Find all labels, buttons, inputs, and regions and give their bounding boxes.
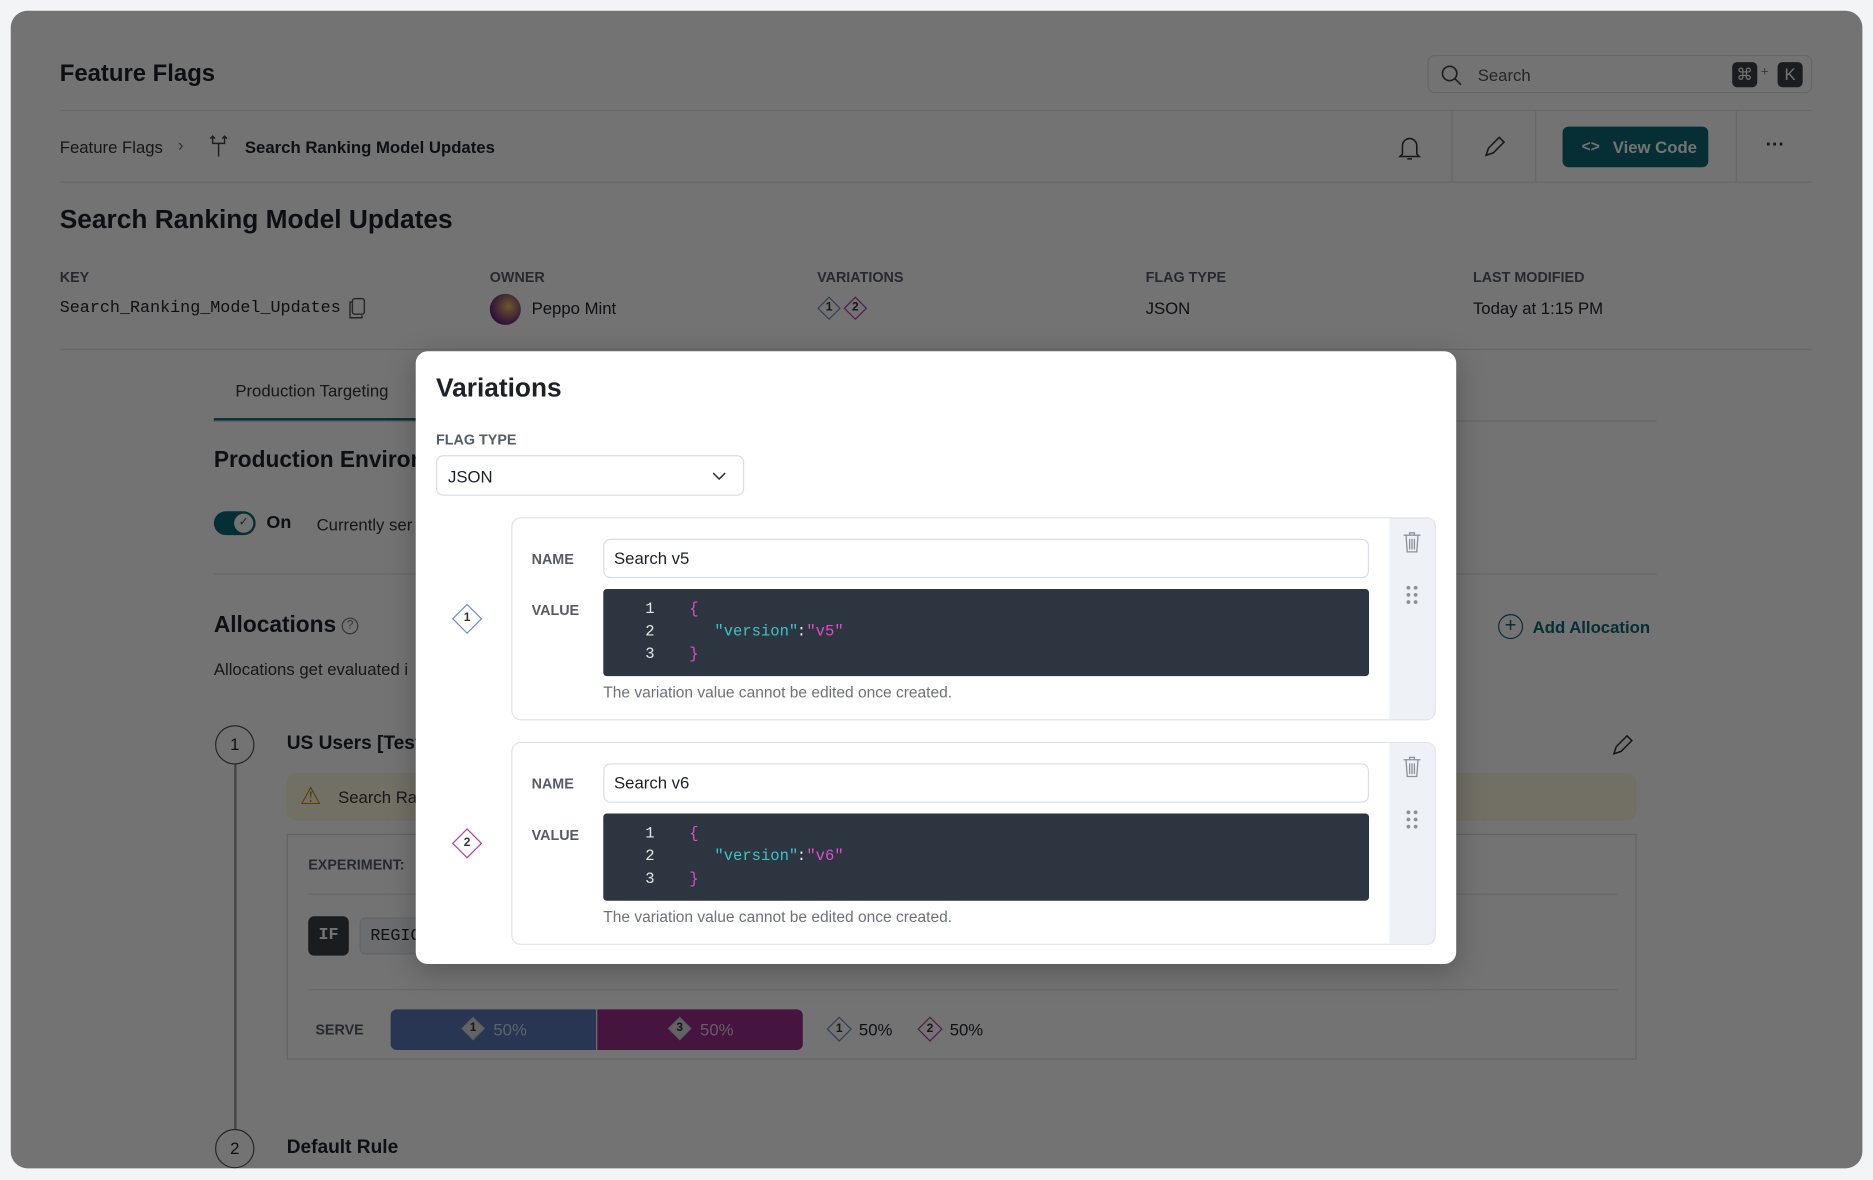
variation-value-code: 123 { "version" : "v6" } — [603, 813, 1370, 901]
variation-card: NAME Search v6 VALUE 123 { "version" : "… — [511, 741, 1436, 945]
bell-icon[interactable] — [1396, 134, 1422, 163]
warning-icon: ⚠ — [299, 783, 322, 810]
legend-percent-2: 50% — [949, 1020, 984, 1040]
variation-1-icon: 1 — [817, 296, 841, 321]
flag-type-label: FLAG TYPE — [436, 431, 517, 448]
warning-text: Search Ra — [338, 787, 418, 807]
drag-handle-icon[interactable] — [1405, 809, 1419, 831]
rule-index: 2 — [215, 1128, 255, 1169]
experiment-label: EXPERIMENT: — [308, 856, 405, 874]
timeline-line — [234, 763, 236, 1129]
help-text: The variation value cannot be edited onc… — [603, 683, 953, 702]
default-rule-name: Default Rule — [286, 1137, 399, 1158]
rule-name: US Users [Test — [286, 733, 422, 754]
flag-type-select[interactable]: JSON — [436, 455, 745, 496]
command-key-icon: ⌘ — [1732, 62, 1758, 88]
if-chip: IF — [308, 916, 349, 956]
allocations-description: Allocations get evaluated i — [213, 659, 409, 679]
allocations-title: Allocations — [213, 612, 337, 638]
more-options-button[interactable]: ··· — [1766, 135, 1785, 157]
environment-status: Currently ser — [316, 514, 413, 534]
variation-card: NAME Search v5 VALUE 123 { "version" : "… — [511, 517, 1436, 721]
search-icon — [1441, 65, 1462, 86]
value-label: VALUE — [531, 602, 580, 619]
modal-title: Variations — [436, 372, 562, 403]
legend-variation-2-icon: 2 — [917, 1016, 943, 1042]
toggle-label: On — [266, 512, 292, 533]
breadcrumb-root[interactable]: Feature Flags — [60, 137, 163, 156]
trash-icon[interactable] — [1401, 755, 1423, 779]
serve-label: SERVE — [315, 1021, 364, 1039]
help-text: The variation value cannot be edited onc… — [603, 907, 953, 926]
flag-key: Search_Ranking_Model_Updates — [59, 298, 341, 318]
variation-value-code: 123 { "version" : "v5" } — [603, 588, 1370, 677]
flag-type-selected: JSON — [447, 467, 493, 487]
edit-pencil-icon[interactable] — [1481, 134, 1507, 160]
code-brackets-icon: <> — [1581, 137, 1600, 156]
variation-1-icon: 1 — [451, 603, 483, 635]
shortcut-plus: + — [1760, 64, 1769, 79]
view-code-button[interactable]: <> View Code — [1562, 126, 1709, 168]
flag-type-label: FLAG TYPE — [1145, 268, 1227, 286]
serve-segment-2[interactable]: 3 50% — [597, 1009, 803, 1051]
plus-circle-icon: + — [1498, 614, 1524, 640]
app-title: Feature Flags — [59, 60, 216, 88]
variation-2-icon: 2 — [451, 828, 483, 859]
legend-variation-1-icon: 1 — [826, 1016, 852, 1042]
legend-percent-1: 50% — [858, 1020, 893, 1040]
last-modified-value: Today at 1:15 PM — [1472, 298, 1604, 318]
last-modified-label: LAST MODIFIED — [1472, 268, 1585, 286]
rule-index: 1 — [215, 725, 255, 765]
trash-icon[interactable] — [1401, 530, 1423, 554]
copy-icon[interactable] — [348, 297, 367, 319]
environment-title: Production Environ — [213, 447, 425, 474]
environment-toggle[interactable]: ✓ — [213, 511, 256, 536]
search-input[interactable]: Search ⌘ + K — [1427, 54, 1813, 94]
search-placeholder: Search — [1477, 65, 1531, 85]
chevron-down-icon — [712, 472, 726, 481]
chevron-right-icon: › — [177, 134, 184, 155]
name-label: NAME — [531, 550, 574, 568]
tab-production-targeting[interactable]: Production Targeting — [235, 381, 388, 400]
value-label: VALUE — [531, 826, 580, 844]
k-key: K — [1777, 62, 1803, 88]
variation-name-input[interactable]: Search v6 — [603, 763, 1370, 803]
flag-branch-icon — [209, 135, 228, 157]
variation-name-input[interactable]: Search v5 — [603, 538, 1370, 579]
help-icon[interactable]: ? — [341, 617, 359, 635]
view-code-label: View Code — [1612, 137, 1697, 157]
flag-type-value: JSON — [1145, 298, 1191, 318]
name-label: NAME — [531, 775, 574, 793]
serve-segment-1[interactable]: 1 50% — [390, 1009, 597, 1051]
variation-2-icon: 2 — [843, 296, 868, 321]
variations-label: VARIATIONS — [817, 268, 904, 286]
variations-modal: Variations FLAG TYPE JSON 1 NAME Search … — [415, 351, 1457, 965]
avatar — [489, 293, 521, 325]
add-allocation-label: Add Allocation — [1532, 617, 1651, 637]
key-label: KEY — [59, 268, 90, 286]
breadcrumb-current: Search Ranking Model Updates — [244, 137, 495, 157]
edit-rule-pencil-icon[interactable] — [1609, 732, 1635, 758]
drag-handle-icon[interactable] — [1405, 584, 1419, 606]
owner-name: Peppo Mint — [531, 298, 617, 318]
owner-label: OWNER — [489, 268, 545, 286]
page-title: Search Ranking Model Updates — [59, 204, 453, 235]
